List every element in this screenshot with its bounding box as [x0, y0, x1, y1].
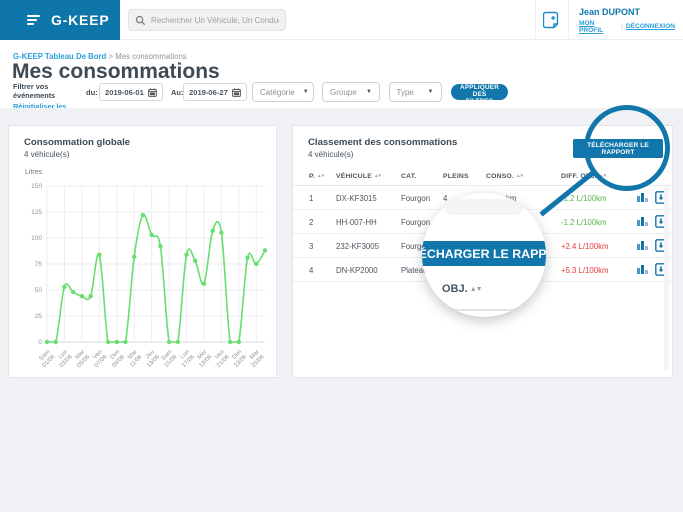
app-root: G-KEEP Jean DUPONT MON PROFIL — [0, 0, 683, 512]
column-header-p[interactable]: P.▲▼ — [309, 173, 324, 180]
consumption-line-chart: 0 25 50 75 100 125 150 Sam01/06Lun03/06Mer05/06… — [13, 174, 275, 382]
svg-text:Ven07/06: Ven07/06 — [89, 349, 109, 369]
vehicle-cell: DN-KP2000 — [336, 266, 378, 275]
consumption-chart-card: Consommation globale 4 véhicule(s) Litre… — [8, 125, 277, 378]
row-chart-icon[interactable] — [636, 239, 649, 252]
table-card-title: Classement des consommations — [308, 137, 457, 148]
diff-obj-cell: -1.2 L/100km — [561, 218, 607, 227]
download-report-button[interactable]: TÉLÉCHARGER LE RAPPORT — [573, 139, 663, 158]
svg-text:Dim23/06: Dim23/06 — [228, 349, 248, 369]
date-to-value: 2019-06-27 — [189, 88, 228, 97]
date-from-label: du: — [86, 88, 98, 97]
chevron-down-icon: ▼ — [366, 89, 372, 95]
rank-cell: 3 — [309, 242, 313, 251]
svg-text:Sam15/06: Sam15/06 — [159, 349, 179, 369]
group-dropdown[interactable]: Groupe ▼ — [322, 82, 380, 102]
chevron-down-icon: ▼ — [303, 89, 309, 95]
svg-text:Mer19/06: Mer19/06 — [194, 349, 214, 369]
svg-text:100: 100 — [31, 235, 42, 242]
apply-filters-button[interactable]: APPLIQUER DES FILTRES — [451, 84, 508, 100]
magnified-row-fragment — [444, 199, 524, 215]
magnified-row-divider — [434, 309, 520, 311]
category-dropdown-value: Catégorie — [260, 88, 295, 97]
type-dropdown[interactable]: Type ▼ — [389, 82, 442, 102]
svg-text:Ven21/06: Ven21/06 — [211, 349, 231, 369]
sort-icon: ▲▼ — [317, 173, 324, 178]
menu-icon[interactable] — [27, 13, 41, 27]
chevron-down-icon: ▼ — [428, 89, 434, 95]
svg-text:Jeu13/06: Jeu13/06 — [141, 349, 161, 369]
table-card-subtitle: 4 véhicule(s) — [308, 150, 353, 159]
svg-text:Mar11/06: Mar11/06 — [124, 349, 144, 369]
calendar-icon — [232, 88, 241, 97]
diff-obj-cell: +2.4 L/100km — [561, 242, 608, 251]
filter-label: Filtrer vos événements — [13, 82, 83, 100]
rank-cell: 4 — [309, 266, 313, 275]
column-header-cat: CAT. — [401, 173, 416, 180]
chart-card-subtitle: 4 véhicule(s) — [24, 150, 69, 159]
row-chart-icon[interactable] — [636, 191, 649, 204]
calendar-icon — [148, 88, 157, 97]
svg-text:0: 0 — [38, 339, 42, 346]
svg-text:25: 25 — [35, 313, 43, 320]
row-chart-icon[interactable] — [636, 215, 649, 228]
column-header-v-hicule[interactable]: VÉHICULE▲▼ — [336, 173, 381, 180]
magnified-download-report-button[interactable]: TÉLÉCHARGER LE RAPPORT — [422, 241, 546, 266]
magnified-obj-header-fragment: OBJ.▲▼ — [442, 283, 482, 295]
column-header-conso[interactable]: CONSO.▲▼ — [486, 173, 523, 180]
category-cell: Fourgon — [401, 194, 430, 203]
date-to-label: Au: — [171, 88, 184, 97]
column-header-pleins: PLEINS — [443, 173, 469, 180]
category-cell: Fourgon — [401, 218, 430, 227]
top-header: G-KEEP Jean DUPONT MON PROFIL — [0, 0, 683, 40]
date-to-input[interactable]: 2019-06-27 — [183, 83, 247, 101]
svg-text:Lun17/06: Lun17/06 — [176, 349, 196, 369]
logo-text: G-KEEP — [51, 12, 109, 28]
user-block: Jean DUPONT MON PROFIL | DÉCONNEXION — [579, 7, 675, 34]
rank-cell: 1 — [309, 194, 313, 203]
svg-text:Lun03/06: Lun03/06 — [54, 349, 74, 369]
vehicle-cell: HH-007-HH — [336, 218, 377, 227]
logout-link[interactable]: DÉCONNEXION — [626, 23, 675, 30]
sort-icon: ▲▼ — [470, 286, 482, 293]
date-from-value: 2019-06-01 — [105, 88, 144, 97]
profile-link[interactable]: MON PROFIL — [579, 20, 618, 34]
magnifier-zoom-circle: TÉLÉCHARGER LE RAPPORT OBJ.▲▼ — [422, 193, 546, 317]
svg-text:Mer05/06: Mer05/06 — [71, 349, 91, 369]
table-scrollbar[interactable] — [664, 186, 669, 371]
logo[interactable]: G-KEEP — [0, 0, 120, 40]
sort-icon: ▲▼ — [374, 173, 381, 178]
search-bar[interactable] — [128, 9, 286, 31]
type-dropdown-value: Type — [397, 88, 414, 97]
line-chart: 0 25 50 75 100 125 150 Sam01/06Lun03/06Mer05/06… — [13, 174, 275, 387]
sort-icon: ▲▼ — [516, 173, 523, 178]
page-title: Mes consommations — [12, 60, 220, 84]
user-name: Jean DUPONT — [579, 7, 675, 17]
new-report-icon[interactable] — [535, 0, 569, 40]
search-input[interactable] — [151, 16, 279, 25]
svg-text:Dim09/06: Dim09/06 — [106, 349, 126, 369]
user-area: Jean DUPONT MON PROFIL | DÉCONNEXION — [535, 0, 675, 40]
svg-text:75: 75 — [35, 261, 43, 268]
svg-text:50: 50 — [35, 287, 43, 294]
svg-text:150: 150 — [31, 183, 42, 190]
search-icon — [135, 15, 146, 26]
vehicle-cell: DX-KF3015 — [336, 194, 377, 203]
content-area: Consommation globale 4 véhicule(s) Litre… — [0, 108, 683, 512]
svg-text:125: 125 — [31, 209, 42, 216]
diff-obj-cell: +5.3 L/100km — [561, 266, 608, 275]
category-dropdown[interactable]: Catégorie ▼ — [252, 82, 314, 102]
chart-card-title: Consommation globale — [24, 137, 130, 148]
links-separator: | — [621, 23, 623, 30]
vehicle-cell: 232-KF3005 — [336, 242, 379, 251]
rank-cell: 2 — [309, 218, 313, 227]
row-chart-icon[interactable] — [636, 263, 649, 276]
svg-text:Mar25/06: Mar25/06 — [246, 349, 266, 369]
svg-text:Sam01/06: Sam01/06 — [37, 349, 57, 369]
group-dropdown-value: Groupe — [330, 88, 357, 97]
date-from-input[interactable]: 2019-06-01 — [99, 83, 163, 101]
